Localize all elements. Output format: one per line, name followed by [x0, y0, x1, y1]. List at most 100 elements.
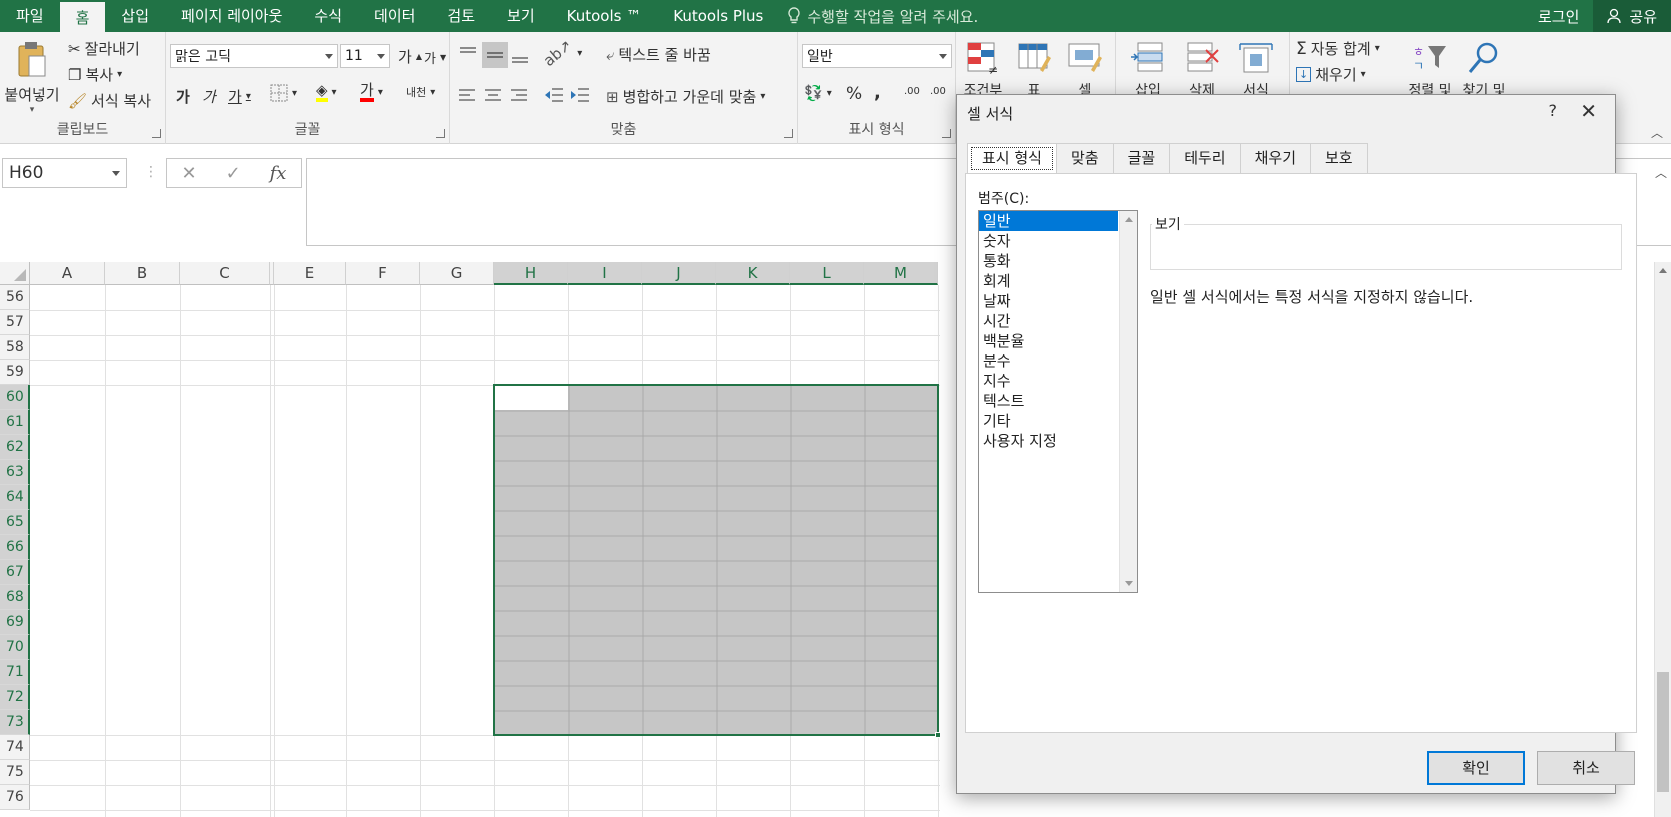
select-all-corner[interactable]	[0, 262, 30, 285]
borders-button[interactable]: ▾	[270, 84, 297, 102]
tab-number[interactable]: 표시 형식	[967, 143, 1057, 174]
align-middle-button[interactable]	[482, 42, 508, 68]
row-header-68[interactable]: 68	[0, 585, 30, 610]
category-scroll-down-icon[interactable]	[1125, 581, 1133, 586]
row-header-74[interactable]: 74	[0, 735, 30, 760]
column-header-k[interactable]: K	[716, 262, 790, 285]
font-size-dropdown-icon[interactable]	[377, 54, 385, 59]
bold-button[interactable]: 가	[176, 86, 190, 107]
copy-dropdown-icon[interactable]: ▾	[117, 69, 122, 80]
row-header-62[interactable]: 62	[0, 435, 30, 460]
tab-border[interactable]: 테두리	[1169, 143, 1241, 173]
help-icon[interactable]: ?	[1549, 101, 1558, 120]
row-header-69[interactable]: 69	[0, 610, 30, 635]
tab-fill[interactable]: 채우기	[1239, 143, 1311, 173]
tab-kutools[interactable]: Kutools ™	[551, 0, 658, 32]
column-header-b[interactable]: B	[105, 262, 180, 285]
category-item-currency[interactable]: 통화	[979, 251, 1118, 271]
font-launcher-icon[interactable]	[436, 129, 445, 138]
category-list[interactable]: 일반 숫자 통화 회계 날짜 시간 백분율 분수 지수 텍스트 기타 사용자 지…	[978, 210, 1138, 593]
tab-view[interactable]: 보기	[491, 0, 551, 32]
align-right-icon[interactable]	[510, 88, 528, 102]
scroll-up-icon[interactable]	[1659, 268, 1667, 273]
grow-font-button[interactable]: 가 ▲	[398, 46, 422, 67]
tab-home[interactable]: 홈	[59, 0, 106, 32]
fill-button[interactable]: ↓ 채우기 ▾	[1296, 64, 1366, 85]
decrease-decimal-button[interactable]: .00	[930, 86, 946, 97]
paste-dropdown-icon[interactable]: ▾	[2, 105, 62, 115]
column-header-a[interactable]: A	[30, 262, 105, 285]
row-header-67[interactable]: 67	[0, 560, 30, 585]
formula-bar-splitter-icon[interactable]: ⋮	[144, 164, 158, 180]
tab-protection[interactable]: 보호	[1310, 143, 1368, 173]
orientation-dropdown-icon[interactable]: ▾	[577, 48, 582, 59]
wrap-text-button[interactable]: ⤶ 텍스트 줄 바꿈	[606, 44, 711, 65]
shrink-font-button[interactable]: 가 ▼	[424, 48, 446, 67]
merge-dropdown-icon[interactable]: ▾	[760, 91, 765, 102]
tab-alignment[interactable]: 맞춤	[1055, 143, 1114, 173]
phonetic-dropdown-icon[interactable]: ▾	[430, 87, 435, 98]
category-item-time[interactable]: 시간	[979, 311, 1118, 331]
name-box-dropdown-icon[interactable]	[112, 171, 120, 176]
column-header-c[interactable]: C	[180, 262, 270, 285]
category-item-accounting[interactable]: 회계	[979, 271, 1118, 291]
row-header-58[interactable]: 58	[0, 335, 30, 360]
tab-kutools-plus[interactable]: Kutools Plus	[657, 0, 779, 32]
row-header-71[interactable]: 71	[0, 660, 30, 685]
increase-indent-icon[interactable]	[570, 87, 590, 103]
clipboard-launcher-icon[interactable]	[152, 129, 161, 138]
cell-styles-button[interactable]: 셀	[1060, 40, 1110, 100]
row-header-70[interactable]: 70	[0, 635, 30, 660]
column-header-l[interactable]: L	[790, 262, 864, 285]
insert-cells-button[interactable]: 삽입	[1124, 40, 1172, 100]
row-header-63[interactable]: 63	[0, 460, 30, 485]
row-header-75[interactable]: 75	[0, 760, 30, 785]
merge-center-button[interactable]: ⊞ 병합하고 가운데 맞춤 ▾	[606, 86, 765, 107]
paste-button[interactable]: 붙여넣기 ▾	[2, 40, 62, 115]
decrease-indent-icon[interactable]	[544, 87, 564, 103]
fill-color-dropdown-icon[interactable]: ▾	[332, 87, 337, 98]
vertical-scrollbar[interactable]	[1654, 262, 1671, 817]
collapse-formula-bar-icon[interactable]: ︿	[1655, 164, 1667, 181]
phonetic-button[interactable]: 내천 ▾	[406, 84, 435, 100]
row-header-57[interactable]: 57	[0, 310, 30, 335]
font-name-combo[interactable]: 맑은 고딕	[170, 44, 338, 68]
tell-me-box[interactable]: 수행할 작업을 알려 주세요.	[787, 6, 978, 27]
category-item-percentage[interactable]: 백분율	[979, 331, 1118, 351]
tab-file[interactable]: 파일	[0, 0, 60, 32]
font-color-button[interactable]: 가 ▾	[360, 82, 383, 102]
orientation-button[interactable]: ab↗ ▾	[540, 36, 582, 70]
find-select-button[interactable]: 찾기 및	[1458, 40, 1510, 100]
percent-button[interactable]: %	[846, 84, 862, 104]
column-header-m[interactable]: M	[864, 262, 938, 285]
column-header-i[interactable]: I	[568, 262, 642, 285]
number-launcher-icon[interactable]	[942, 129, 951, 138]
row-header-59[interactable]: 59	[0, 360, 30, 385]
delete-cells-button[interactable]: 삭제	[1178, 40, 1226, 100]
cancel-button[interactable]: 취소	[1537, 751, 1635, 785]
category-item-number[interactable]: 숫자	[979, 231, 1118, 251]
comma-button[interactable]: ,	[874, 82, 881, 103]
scroll-thumb[interactable]	[1657, 672, 1669, 792]
column-header-h[interactable]: H	[494, 262, 568, 285]
borders-dropdown-icon[interactable]: ▾	[292, 88, 297, 99]
italic-button[interactable]: 가	[202, 86, 216, 107]
align-left-icon[interactable]	[458, 88, 476, 102]
collapse-ribbon-icon[interactable]: ︿	[1651, 124, 1663, 141]
format-as-table-button[interactable]: 표	[1012, 40, 1056, 100]
close-icon[interactable]: ✕	[1580, 99, 1597, 123]
fill-color-button[interactable]: ◈ ▾	[316, 82, 337, 102]
category-item-text[interactable]: 텍스트	[979, 391, 1118, 411]
login-link[interactable]: 로그인	[1524, 6, 1593, 27]
autosum-button[interactable]: Σ 자동 합계 ▾	[1296, 38, 1380, 59]
tab-insert[interactable]: 삽입	[105, 0, 165, 32]
confirm-entry-icon[interactable]: ✓	[226, 163, 241, 184]
font-size-combo[interactable]: 11	[340, 44, 390, 68]
row-header-72[interactable]: 72	[0, 685, 30, 710]
category-item-scientific[interactable]: 지수	[979, 371, 1118, 391]
copy-button[interactable]: ❐ 복사 ▾	[68, 64, 122, 85]
row-header-73[interactable]: 73	[0, 710, 30, 735]
category-scroll-up-icon[interactable]	[1125, 217, 1133, 222]
row-header-60[interactable]: 60	[0, 385, 30, 410]
align-top-icon[interactable]	[458, 46, 478, 62]
